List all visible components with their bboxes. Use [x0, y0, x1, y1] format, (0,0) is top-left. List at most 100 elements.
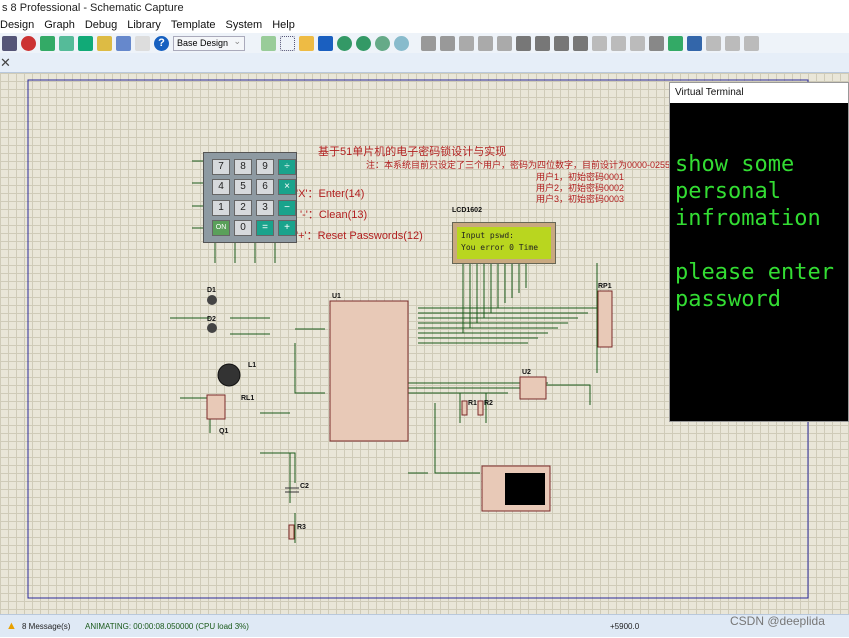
- package-icon[interactable]: [630, 35, 645, 51]
- part-label: D2: [207, 316, 216, 323]
- u1-microcontroller: [329, 300, 409, 442]
- key-6[interactable]: 6: [256, 179, 274, 196]
- menu-graph[interactable]: Graph: [44, 17, 75, 33]
- grid-icon[interactable]: [280, 35, 295, 51]
- key-0[interactable]: 0: [234, 219, 252, 236]
- led-d2: [207, 323, 217, 333]
- key-8[interactable]: 8: [234, 159, 252, 175]
- help-icon[interactable]: ?: [154, 35, 169, 51]
- close-icon[interactable]: ✕: [0, 55, 11, 71]
- key-5[interactable]: 5: [234, 179, 252, 196]
- virtual-terminal[interactable]: Virtual Terminal show some personal infr…: [669, 82, 849, 422]
- undo-icon[interactable]: [421, 35, 436, 51]
- zoom-area-icon[interactable]: [394, 35, 409, 51]
- key-4[interactable]: 4: [212, 179, 230, 196]
- property-icon[interactable]: [706, 35, 721, 51]
- capacitor-c2: [285, 487, 299, 493]
- tool-icon[interactable]: [2, 35, 17, 51]
- terminal-title: Virtual Terminal: [670, 83, 848, 103]
- menu-help[interactable]: Help: [272, 17, 295, 33]
- lcd-label: LCD1602: [452, 207, 482, 214]
- keypad: 7 8 9 ÷ 4 5 6 × 1 2 3 − ON 0 = +: [203, 152, 297, 243]
- part-label: R2: [484, 400, 493, 407]
- erc-icon[interactable]: [744, 35, 759, 51]
- messages-count[interactable]: 8 Message(s): [22, 615, 70, 638]
- bom-icon[interactable]: [97, 35, 112, 51]
- key-equals[interactable]: =: [256, 219, 274, 236]
- lcd-line-1: Input pswd:: [461, 231, 514, 240]
- refresh-icon[interactable]: [261, 35, 276, 51]
- binary-icon[interactable]: [116, 35, 131, 51]
- schematic-note: 注：本系统目前只设定了三个用户，密码为四位数字，目前设计为0000-0255: [366, 160, 671, 170]
- part-label: R3: [297, 524, 306, 531]
- menu-library[interactable]: Library: [127, 17, 161, 33]
- zoom-out-icon[interactable]: [356, 35, 371, 51]
- redo-icon[interactable]: [440, 35, 455, 51]
- u2-chip: [519, 376, 547, 400]
- pick-icon[interactable]: [592, 35, 607, 51]
- watermark: CSDN @deeplida: [730, 614, 825, 628]
- cut-icon[interactable]: [459, 35, 474, 51]
- part-label: L1: [248, 362, 257, 369]
- led-d1: [207, 295, 217, 305]
- key-multiply[interactable]: ×: [278, 179, 296, 196]
- menu-debug[interactable]: Debug: [85, 17, 117, 33]
- status-bar: ▲ 8 Message(s) ANIMATING: 00:00:08.05000…: [0, 614, 849, 637]
- block-rotate-icon[interactable]: [554, 35, 569, 51]
- paste-icon[interactable]: [497, 35, 512, 51]
- coordinate-readout: +5900.0: [610, 622, 640, 631]
- key-3[interactable]: 3: [256, 199, 274, 216]
- speaker-icon[interactable]: [40, 35, 55, 51]
- origin-icon[interactable]: [299, 35, 314, 51]
- warning-icon: ▲: [6, 620, 17, 632]
- pan-icon[interactable]: [318, 35, 333, 51]
- lamp-l1: [217, 363, 241, 387]
- lcd-screen: Input pswd: You error 0 Time: [457, 227, 551, 259]
- key-help: 'X'：Enter(14): [296, 188, 365, 200]
- chip-icon[interactable]: [21, 35, 36, 51]
- key-on[interactable]: ON: [212, 219, 230, 236]
- key-plus[interactable]: +: [278, 219, 296, 236]
- part-label: C2: [300, 483, 309, 490]
- variant-select[interactable]: Base Design: [173, 35, 245, 51]
- probe-icon[interactable]: [59, 35, 74, 51]
- decompose-icon[interactable]: [649, 35, 664, 51]
- lcd1602: Input pswd: You error 0 Time: [452, 222, 556, 264]
- key-2[interactable]: 2: [234, 199, 252, 216]
- key-minus[interactable]: −: [278, 199, 296, 216]
- key-7[interactable]: 7: [212, 159, 230, 175]
- part-label: R1: [468, 400, 477, 407]
- serial-port-screen: [505, 473, 545, 505]
- rp1-resistor-pack: [597, 290, 613, 348]
- part-label: RP1: [598, 283, 612, 290]
- part-label: U1: [332, 293, 341, 300]
- menu-system[interactable]: System: [226, 17, 263, 33]
- netlist-icon[interactable]: [725, 35, 740, 51]
- document-icon[interactable]: [135, 35, 150, 51]
- tab-bar: ✕: [0, 53, 849, 73]
- key-divide[interactable]: ÷: [278, 159, 296, 175]
- block-move-icon[interactable]: [535, 35, 550, 51]
- wire-autoroute-icon[interactable]: [668, 35, 683, 51]
- key-help: '+'：Reset Passwords(12): [296, 230, 423, 242]
- zoom-all-icon[interactable]: [375, 35, 390, 51]
- zoom-in-icon[interactable]: [337, 35, 352, 51]
- window-title: s 8 Professional - Schematic Capture: [0, 0, 849, 17]
- board-icon[interactable]: [78, 35, 93, 51]
- part-label: U2: [522, 369, 531, 376]
- block-copy-icon[interactable]: [516, 35, 531, 51]
- schematic-title: 基于51单片机的电子密码锁设计与实现: [318, 146, 507, 158]
- menu-template[interactable]: Template: [171, 17, 216, 33]
- resistor-r2: [477, 400, 484, 416]
- part-label: Q1: [219, 428, 229, 435]
- block-delete-icon[interactable]: [573, 35, 588, 51]
- make-device-icon[interactable]: [611, 35, 626, 51]
- key-9[interactable]: 9: [256, 159, 274, 175]
- key-1[interactable]: 1: [212, 199, 230, 216]
- search-icon[interactable]: [687, 35, 702, 51]
- toolbar: ? Base Design: [0, 33, 849, 53]
- menu-design[interactable]: Design: [0, 17, 34, 33]
- resistor-r1: [461, 400, 468, 416]
- copy-icon[interactable]: [478, 35, 493, 51]
- part-label: RL1: [241, 395, 255, 402]
